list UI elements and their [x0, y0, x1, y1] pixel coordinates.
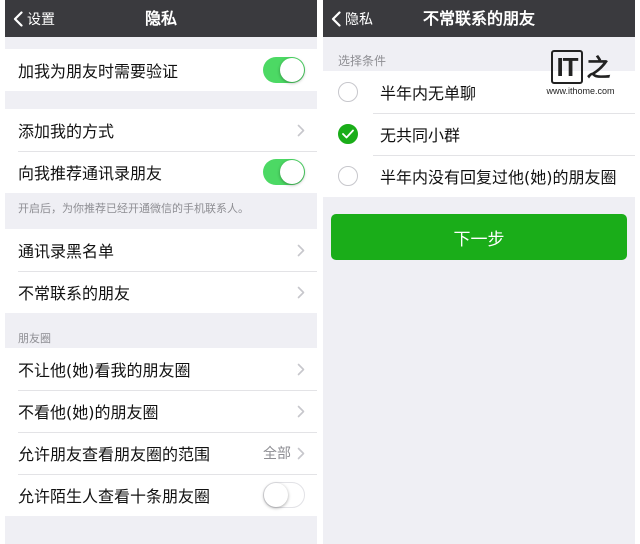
moments-group: 不让他(她)看我的朋友圈 不看他(她)的朋友圈 允许朋友查看朋友圈的范围 全部 …: [5, 348, 317, 516]
back-label: 隐私: [345, 11, 373, 28]
hide-their-moments-row[interactable]: 不看他(她)的朋友圈: [5, 390, 317, 432]
checkmark-icon: [342, 129, 354, 139]
hide-their-moments-label: 不看他(她)的朋友圈: [18, 403, 159, 422]
add-method-row[interactable]: 添加我的方式: [5, 109, 317, 151]
radio-checked-icon[interactable]: [338, 124, 358, 144]
stranger-moments-label: 允许陌生人查看十条朋友圈: [18, 487, 211, 506]
infrequent-friends-screen: 隐私 不常联系的朋友 选择条件 半年内无单聊 无共同小群 半年内没有回复过他(她…: [323, 0, 635, 544]
back-button[interactable]: 隐私: [331, 0, 373, 37]
blacklist-label: 通讯录黑名单: [18, 242, 115, 261]
recommend-hint: 开启后，为你推荐已经开通微信的手机联系人。: [18, 202, 249, 215]
verify-toggle[interactable]: [263, 57, 305, 83]
contacts-group: 添加我的方式 向我推荐通讯录朋友: [5, 109, 317, 193]
condition-label: 无共同小群: [380, 126, 461, 145]
blacklist-row[interactable]: 通讯录黑名单: [5, 229, 317, 271]
verify-label: 加我为朋友时需要验证: [18, 62, 179, 81]
block-group: 通讯录黑名单 不常联系的朋友: [5, 229, 317, 313]
stranger-moments-toggle[interactable]: [263, 482, 305, 508]
chevron-right-icon: [297, 405, 305, 417]
moments-section-header: 朋友圈: [18, 332, 51, 345]
recommend-toggle[interactable]: [263, 159, 305, 185]
chevron-right-icon: [297, 447, 305, 459]
conditions-section-header: 选择条件: [338, 54, 387, 68]
navigation-bar: 隐私 不常联系的朋友: [323, 0, 635, 37]
verification-group: 加我为朋友时需要验证: [5, 49, 317, 91]
chevron-right-icon: [297, 363, 305, 375]
recommend-label: 向我推荐通讯录朋友: [18, 164, 163, 183]
moments-range-label: 允许朋友查看朋友圈的范围: [18, 445, 211, 464]
stranger-moments-row: 允许陌生人查看十条朋友圈: [5, 474, 317, 516]
toggle-knob: [280, 160, 304, 184]
moments-range-row[interactable]: 允许朋友查看朋友圈的范围 全部: [5, 432, 317, 474]
chevron-left-icon: [331, 10, 341, 27]
toggle-knob: [280, 58, 304, 82]
conditions-group: 半年内无单聊 无共同小群 半年内没有回复过他(她)的朋友圈: [323, 71, 635, 197]
condition-option[interactable]: 半年内没有回复过他(她)的朋友圈: [323, 155, 635, 197]
navigation-bar: 设置 隐私: [5, 0, 317, 37]
condition-option[interactable]: 半年内无单聊: [323, 71, 635, 113]
chevron-right-icon: [297, 124, 305, 136]
radio-unchecked-icon[interactable]: [338, 82, 358, 102]
chevron-right-icon: [297, 286, 305, 298]
add-method-label: 添加我的方式: [18, 122, 115, 141]
recommend-row: 向我推荐通讯录朋友: [5, 151, 317, 193]
condition-label: 半年内无单聊: [380, 84, 477, 103]
hide-my-moments-label: 不让他(她)看我的朋友圈: [18, 361, 191, 380]
hide-my-moments-row[interactable]: 不让他(她)看我的朋友圈: [5, 348, 317, 390]
infrequent-label: 不常联系的朋友: [18, 284, 131, 303]
chevron-right-icon: [297, 244, 305, 256]
back-label: 设置: [27, 11, 55, 28]
condition-label: 半年内没有回复过他(她)的朋友圈: [380, 168, 617, 187]
infrequent-row[interactable]: 不常联系的朋友: [5, 271, 317, 313]
condition-option[interactable]: 无共同小群: [323, 113, 635, 155]
toggle-knob: [264, 483, 288, 507]
verify-row: 加我为朋友时需要验证: [5, 49, 317, 91]
privacy-screen: 设置 隐私 加我为朋友时需要验证 添加我的方式 向我推荐通讯录朋友 开启后，为你…: [5, 0, 317, 544]
back-button[interactable]: 设置: [13, 0, 55, 37]
moments-range-value: 全部: [263, 446, 291, 462]
radio-unchecked-icon[interactable]: [338, 166, 358, 186]
next-step-button[interactable]: 下一步: [331, 214, 627, 260]
chevron-left-icon: [13, 10, 23, 27]
